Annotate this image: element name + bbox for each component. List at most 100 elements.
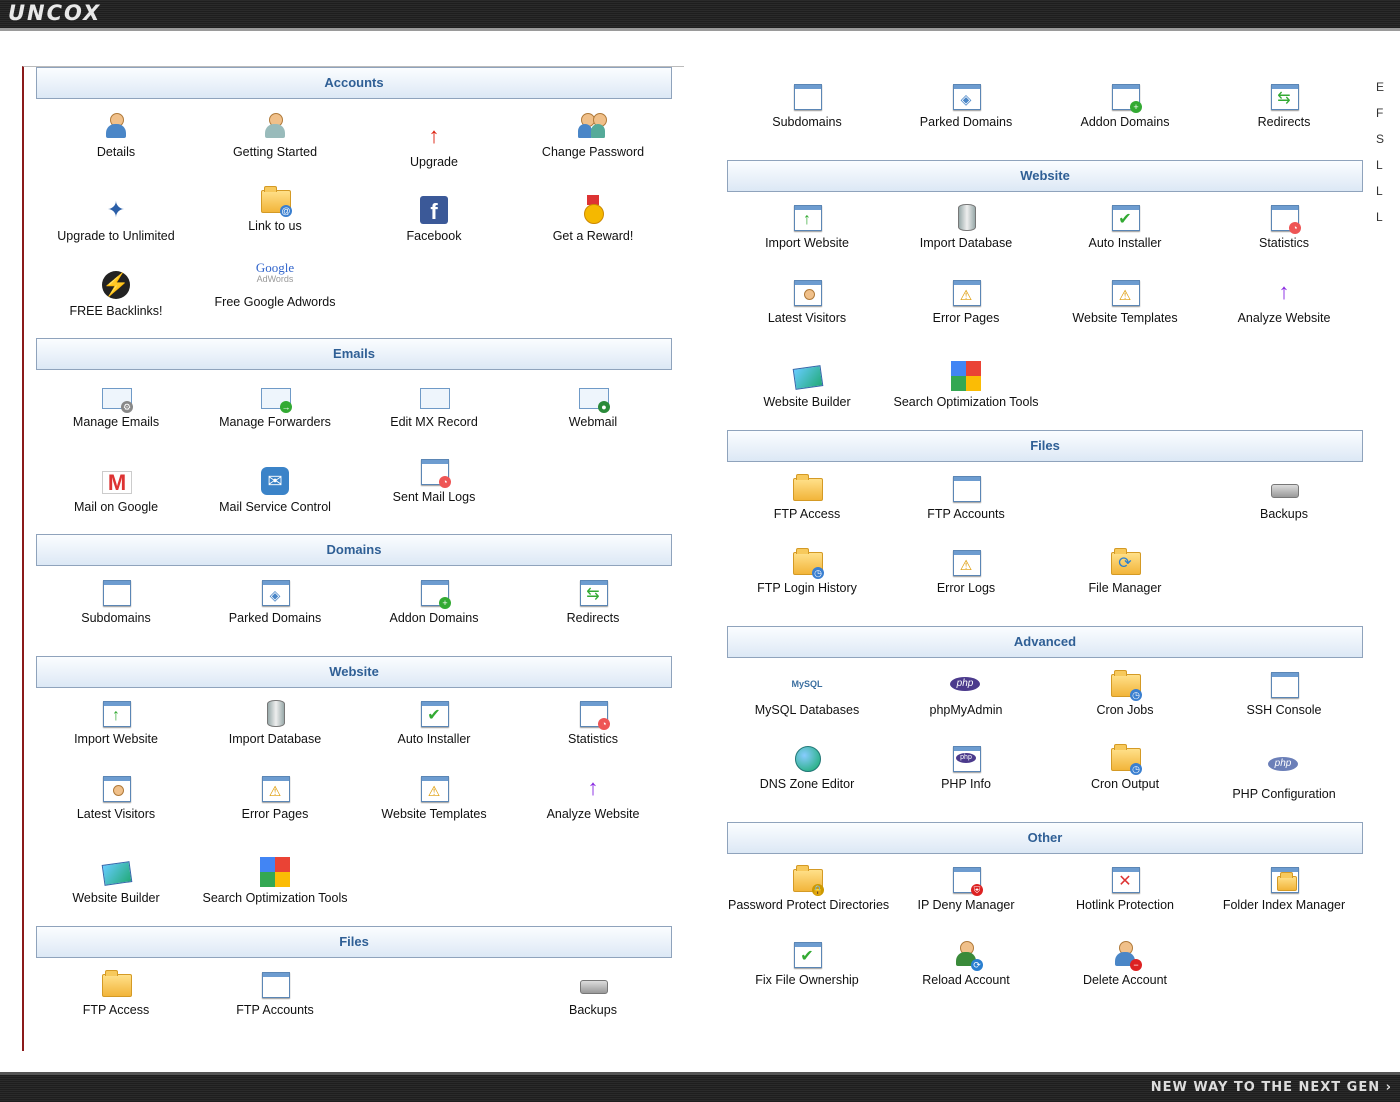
item-facebook[interactable]: f Facebook [355,195,513,243]
item-phpmyadmin[interactable]: php phpMyAdmin [887,669,1045,717]
item-import-website[interactable]: ↑ Import Website [37,698,195,746]
item-ftp-accounts[interactable]: FTP Accounts [887,473,1045,521]
cut-text: S [1376,132,1385,146]
item-label: Auto Installer [1088,236,1162,250]
addon-domains-icon: + [419,577,451,609]
item-label: Upgrade to Unlimited [57,229,175,243]
item-edit-mx[interactable]: Edit MX Record [355,381,513,429]
item-website-builder[interactable]: Website Builder [728,361,886,409]
item-addon-domains[interactable]: + Addon Domains [355,577,513,625]
item-import-database[interactable]: Import Database [196,698,354,746]
item-parked-domains[interactable]: ◈ Parked Domains [196,577,354,625]
item-analyze-website[interactable]: ↑ Analyze Website [514,773,672,821]
item-ftp-access[interactable]: FTP Access [37,969,195,1017]
item-folder-index[interactable]: Folder Index Manager [1205,864,1363,912]
item-link-to-us[interactable]: @ Link to us [196,185,354,233]
website-templates-icon: ⚠ [419,773,449,803]
item-error-pages[interactable]: ⚠ Error Pages [887,277,1045,325]
item-password-protect[interactable]: 🔒 Password Protect Directories [728,864,889,912]
item-seo-tools[interactable]: Search Optimization Tools [887,361,1045,409]
item-redirects[interactable]: ⇆ Redirects [1205,81,1363,129]
item-webmail[interactable]: ● Webmail [514,381,672,429]
item-error-logs[interactable]: ⚠ Error Logs [887,547,1045,595]
item-auto-installer[interactable]: ✔ Auto Installer [1046,202,1204,250]
gmail-icon: M [101,466,132,496]
item-statistics[interactable]: ◔ Statistics [1205,202,1363,250]
redirects-icon: ⇆ [578,577,608,607]
item-ssh-console[interactable]: SSH Console [1205,669,1363,717]
item-statistics[interactable]: ◔ Statistics [514,698,672,746]
files-header: Files [727,430,1363,462]
subdomains-icon [792,81,822,111]
item-ip-deny[interactable]: ⛨ IP Deny Manager [887,864,1045,912]
item-backups[interactable]: Backups [514,969,672,1017]
item-subdomains[interactable]: Subdomains [37,577,195,625]
import-database-icon [951,202,981,232]
item-getting-started[interactable]: Getting Started [196,111,354,159]
item-delete-account[interactable]: − Delete Account [1046,939,1204,987]
item-website-templates[interactable]: ⚠ Website Templates [355,773,513,821]
item-file-manager[interactable]: ⟳ File Manager [1046,547,1204,595]
item-ftp-accounts[interactable]: FTP Accounts [196,969,354,1017]
item-ftp-access[interactable]: FTP Access [728,473,886,521]
item-ftp-login-history[interactable]: ◷ FTP Login History [728,547,886,595]
item-hotlink-protection[interactable]: ✕ Hotlink Protection [1046,864,1204,912]
item-mail-service[interactable]: ✉ Mail Service Control [196,466,354,514]
phpmyadmin-icon: php [950,669,981,699]
item-dns-zone-editor[interactable]: DNS Zone Editor [728,743,886,791]
item-reload-account[interactable]: ⟳ Reload Account [887,939,1045,987]
item-php-info[interactable]: php PHP Info [887,743,1045,791]
item-latest-visitors[interactable]: Latest Visitors [37,773,195,821]
item-label: PHP Configuration [1232,787,1336,801]
site-logo[interactable]: UNCOX [8,1,101,25]
php-config-icon: php [1268,753,1299,783]
item-label: Facebook [406,229,462,243]
item-latest-visitors[interactable]: Latest Visitors [728,277,886,325]
cron-output-icon: ◷ [1110,743,1142,775]
tagline-link[interactable]: NEW WAY TO THE NEXT GEN › [1151,1080,1392,1095]
item-mail-on-google[interactable]: M Mail on Google [37,466,195,514]
item-seo-tools[interactable]: Search Optimization Tools [196,857,354,905]
item-label: Import Database [228,732,322,746]
item-sent-mail-logs[interactable]: ◔ Sent Mail Logs [355,456,513,504]
item-upgrade[interactable]: ↑ Upgrade [355,121,513,169]
item-fix-file-ownership[interactable]: ✔ Fix File Ownership [728,939,886,987]
item-label: Search Optimization Tools [893,395,1039,409]
item-error-pages[interactable]: ⚠ Error Pages [196,773,354,821]
item-subdomains[interactable]: Subdomains [728,81,886,129]
item-addon-domains[interactable]: + Addon Domains [1046,81,1204,129]
item-label: Parked Domains [919,115,1013,129]
item-website-templates[interactable]: ⚠ Website Templates [1046,277,1204,325]
item-label: Sent Mail Logs [392,490,476,504]
item-label: Addon Domains [389,611,479,625]
item-google-adwords[interactable]: Google AdWords Free Google Adwords [196,261,354,309]
item-php-configuration[interactable]: php PHP Configuration [1205,753,1363,801]
item-redirects[interactable]: ⇆ Redirects [514,577,672,625]
mail-logs-icon: ◔ [419,456,451,488]
item-auto-installer[interactable]: ✔ Auto Installer [355,698,513,746]
item-label: Latest Visitors [76,807,156,821]
item-free-backlinks[interactable]: ⚡ FREE Backlinks! [37,270,195,318]
mx-record-icon [419,381,450,411]
item-label: FTP Login History [757,581,857,595]
item-manage-forwarders[interactable]: → Manage Forwarders [196,381,354,429]
google-logo-text: Google [255,260,295,275]
item-get-reward[interactable]: Get a Reward! [514,195,672,243]
item-details[interactable]: Details [37,111,195,159]
item-website-builder[interactable]: Website Builder [37,857,195,905]
item-manage-emails[interactable]: ⚙ Manage Emails [37,381,195,429]
item-import-database[interactable]: Import Database [887,202,1045,250]
item-cron-jobs[interactable]: ◷ Cron Jobs [1046,669,1204,717]
website-builder-icon [101,857,133,887]
item-change-password[interactable]: Change Password [514,111,672,159]
item-upgrade-unlimited[interactable]: ✦ Upgrade to Unlimited [37,195,195,243]
item-parked-domains[interactable]: ◈ Parked Domains [887,81,1045,129]
item-analyze-website[interactable]: ↑ Analyze Website [1205,277,1363,325]
item-cron-output[interactable]: ◷ Cron Output [1046,743,1204,791]
item-label: Error Pages [932,311,1000,325]
item-import-website[interactable]: ↑ Import Website [728,202,886,250]
php-logo-text: php [956,753,976,763]
upgrade-icon: ↑ [428,123,440,148]
item-mysql[interactable]: MySQL MySQL Databases [728,669,886,717]
item-backups[interactable]: Backups [1205,473,1363,521]
